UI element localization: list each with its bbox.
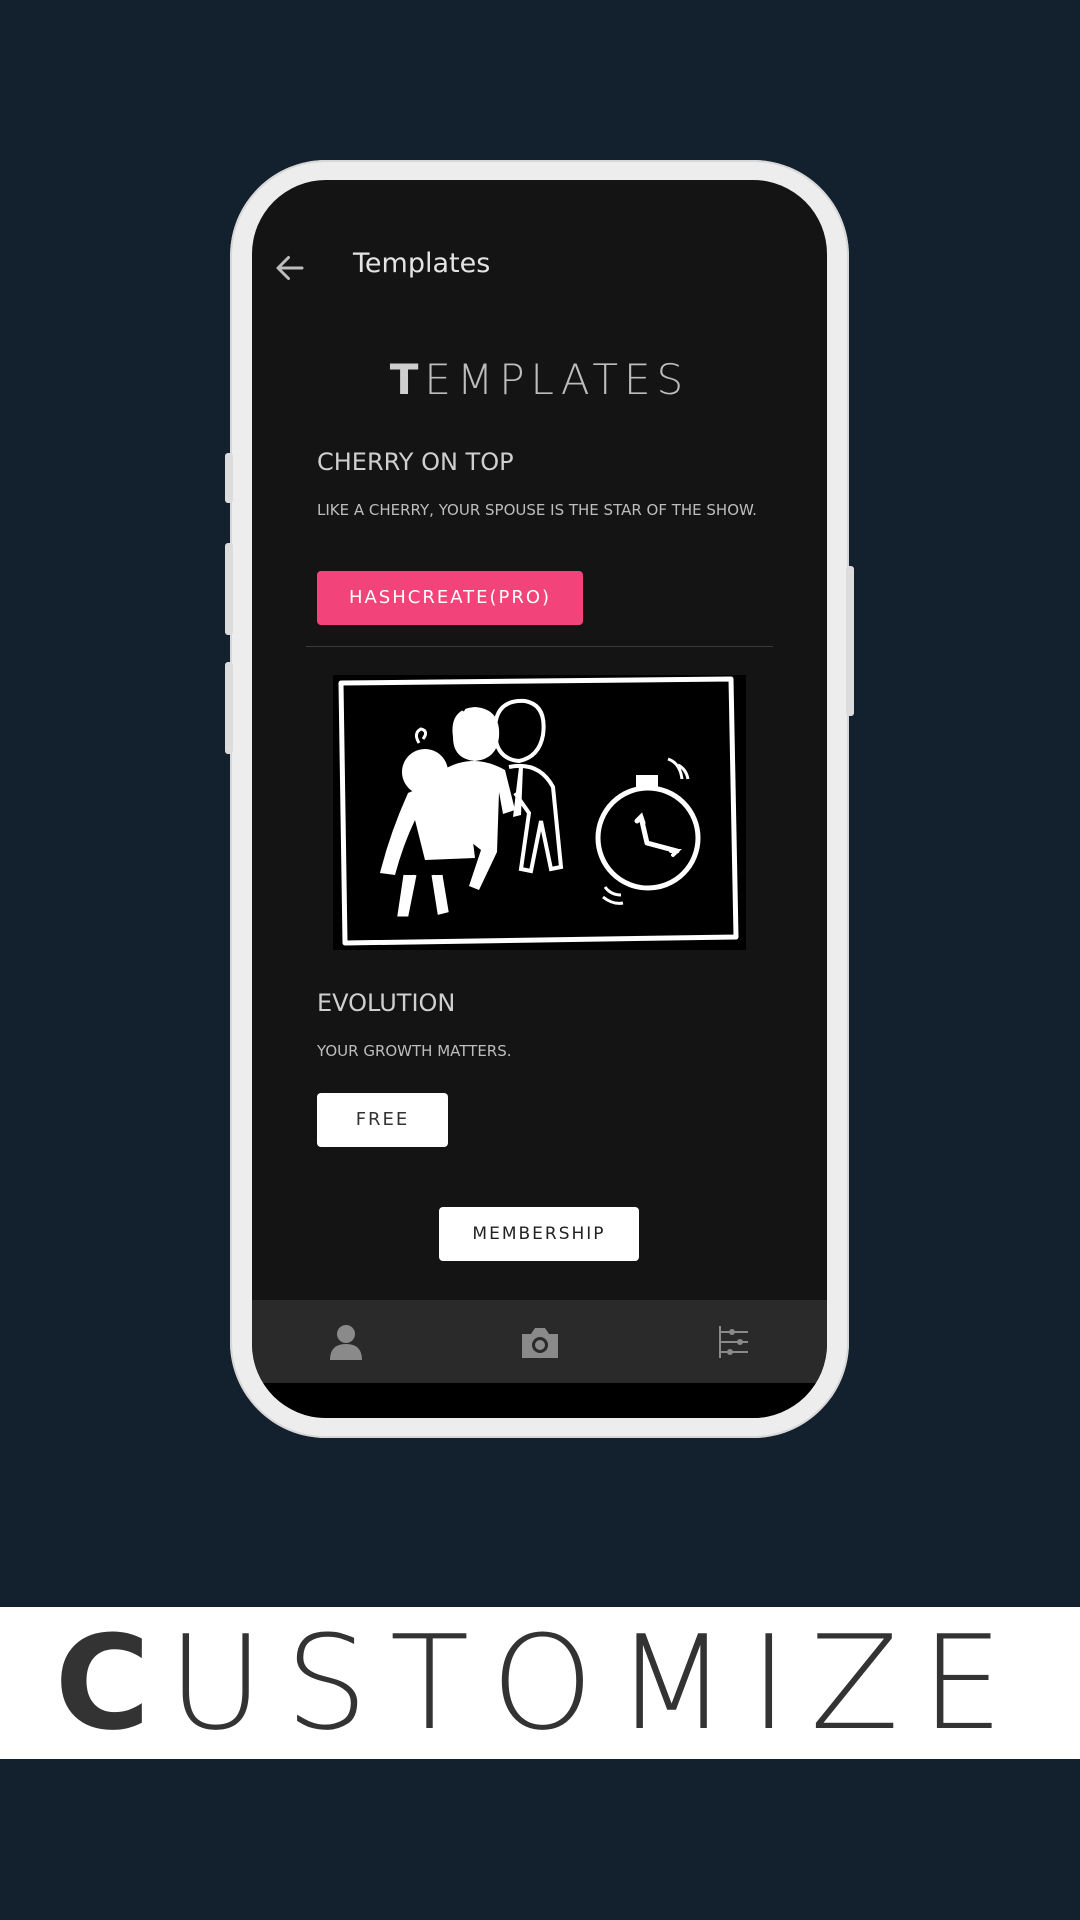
profile-icon[interactable] <box>322 1318 370 1366</box>
template-title: EVOLUTION <box>317 989 456 1017</box>
phone-side-button <box>225 543 233 635</box>
phone-side-button <box>225 453 233 503</box>
page-heading: TEMPLATES <box>389 355 690 404</box>
template-illustration <box>333 675 746 950</box>
app-bar: Templates <box>252 180 827 290</box>
free-button[interactable]: FREE <box>317 1093 448 1147</box>
membership-button[interactable]: MEMBERSHIP <box>439 1207 639 1261</box>
divider <box>306 646 773 647</box>
phone-power-button <box>846 566 854 716</box>
banner-title: CUSTOMIZE <box>54 1607 1026 1759</box>
app-screen: Templates TEMPLATES CHERRY ON TOP LIKE A… <box>252 180 827 1418</box>
template-title: CHERRY ON TOP <box>317 448 514 476</box>
hashcreate-pro-button[interactable]: HASHCREATE(PRO) <box>317 571 583 625</box>
settings-sliders-icon[interactable] <box>710 1318 758 1366</box>
template-description: LIKE A CHERRY, YOUR SPOUSE IS THE STAR O… <box>317 501 757 519</box>
bottom-tab-bar <box>252 1300 827 1383</box>
phone-side-button <box>225 662 233 754</box>
camera-icon[interactable] <box>516 1318 564 1366</box>
app-bar-title: Templates <box>353 248 491 279</box>
promo-banner: CUSTOMIZE <box>0 1607 1080 1759</box>
template-description: YOUR GROWTH MATTERS. <box>317 1042 512 1060</box>
system-navigation-bar <box>252 1383 827 1418</box>
back-arrow-icon[interactable] <box>272 250 308 286</box>
